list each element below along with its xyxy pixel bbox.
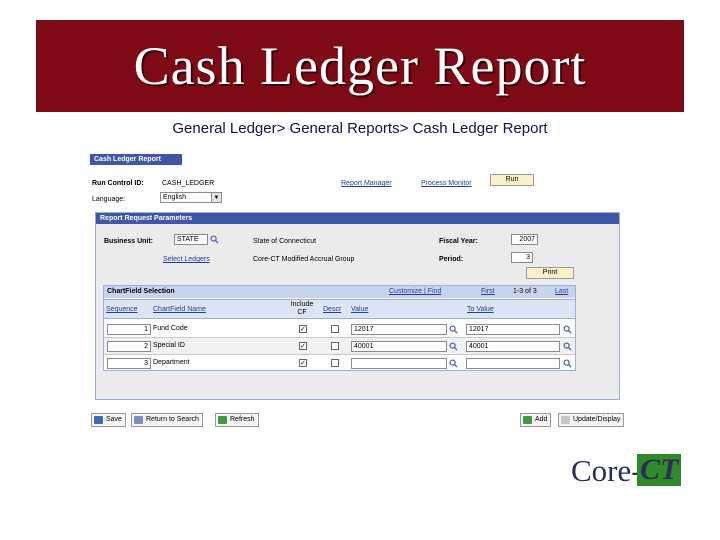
first-link[interactable]: First <box>481 288 495 295</box>
to-value-field[interactable]: 12017 <box>466 324 560 335</box>
col-to-value[interactable]: To Value <box>467 306 494 313</box>
banner-title: Cash Ledger Report <box>133 36 587 96</box>
descr-checkbox[interactable] <box>331 325 339 333</box>
logo-core-text: Core- <box>571 453 642 488</box>
to-value-field[interactable]: 40001 <box>466 341 560 352</box>
value-field[interactable] <box>351 358 447 369</box>
language-value: English <box>163 194 186 201</box>
core-ct-logo: Core- CT <box>569 451 682 495</box>
col-include-cf: Include CF <box>290 301 314 316</box>
print-button[interactable]: Print <box>526 267 574 279</box>
chartfield-grid: ChartField Selection Customize | Find Fi… <box>103 285 576 371</box>
business-unit-description: State of Connecticut <box>253 238 317 245</box>
save-icon <box>94 416 103 424</box>
logo-ct-text: CT <box>637 454 682 486</box>
search-icon[interactable] <box>449 359 458 368</box>
grid-title: ChartField Selection <box>107 288 175 295</box>
period-input[interactable]: 3 <box>511 252 533 263</box>
update-display-button[interactable]: Update/Display <box>558 413 624 427</box>
grid-header-bar: ChartField Selection Customize | Find Fi… <box>104 286 575 298</box>
refresh-button[interactable]: Refresh <box>215 413 259 427</box>
chartfield-name: Department <box>153 359 190 366</box>
table-row: 3 Department ✓ <box>104 355 575 372</box>
col-chartfield-name[interactable]: ChartField Name <box>153 306 206 313</box>
descr-checkbox[interactable] <box>331 342 339 350</box>
update-display-icon <box>561 416 570 424</box>
search-icon[interactable] <box>563 359 572 368</box>
language-select[interactable]: English ▼ <box>160 192 222 203</box>
value-field[interactable]: 12017 <box>351 324 447 335</box>
include-cf-checkbox[interactable]: ✓ <box>299 325 307 333</box>
report-manager-link[interactable]: Report Manager <box>341 180 392 187</box>
search-icon[interactable] <box>449 325 458 334</box>
run-control-value: CASH_LEDGER <box>162 180 215 187</box>
add-label: Add <box>535 416 548 423</box>
select-ledgers-link[interactable]: Select Ledgers <box>163 256 210 263</box>
include-cf-checkbox[interactable]: ✓ <box>299 359 307 367</box>
run-control-label: Run Control ID: <box>92 180 144 187</box>
customize-find-link[interactable]: Customize | Find <box>389 288 441 295</box>
descr-checkbox[interactable] <box>331 359 339 367</box>
last-link[interactable]: Last <box>555 288 568 295</box>
sequence-field[interactable]: 2 <box>107 341 151 352</box>
chartfield-name: Special ID <box>153 342 185 349</box>
value-field[interactable]: 40001 <box>351 341 447 352</box>
row-range: 1-3 of 3 <box>513 288 537 295</box>
grid-column-headers: Sequence ChartField Name Include CF Desc… <box>104 299 575 319</box>
search-icon[interactable] <box>210 235 219 244</box>
to-value-field[interactable] <box>466 358 560 369</box>
refresh-label: Refresh <box>230 416 255 423</box>
period-label: Period: <box>439 256 464 263</box>
process-monitor-link[interactable]: Process Monitor <box>421 180 472 187</box>
chevron-down-icon[interactable]: ▼ <box>211 193 221 202</box>
breadcrumb: General Ledger> General Reports> Cash Le… <box>172 120 548 137</box>
sequence-field[interactable]: 3 <box>107 358 151 369</box>
col-value[interactable]: Value <box>351 306 368 313</box>
page-tab: Cash Ledger Report <box>90 154 182 165</box>
update-display-label: Update/Display <box>573 416 621 423</box>
chartfield-name: Fund Code <box>153 325 188 332</box>
col-sequence[interactable]: Sequence <box>106 306 138 313</box>
save-label: Save <box>106 416 122 423</box>
search-icon[interactable] <box>563 342 572 351</box>
save-button[interactable]: Save <box>91 413 126 427</box>
col-descr[interactable]: Descr <box>323 306 341 313</box>
title-banner: Cash Ledger Report <box>36 20 684 112</box>
search-icon[interactable] <box>563 325 572 334</box>
add-icon <box>523 416 532 424</box>
panel-title: Report Request Parameters <box>96 213 619 224</box>
table-row: 1 Fund Code ✓ 12017 12017 <box>104 321 575 338</box>
fiscal-year-input[interactable]: 2007 <box>511 234 538 245</box>
business-unit-label: Business Unit: <box>104 238 154 245</box>
return-to-search-label: Return to Search <box>146 416 199 423</box>
run-button[interactable]: Run <box>490 174 534 186</box>
search-icon[interactable] <box>449 342 458 351</box>
fiscal-year-label: Fiscal Year: <box>439 238 478 245</box>
sequence-field[interactable]: 1 <box>107 324 151 335</box>
refresh-icon <box>218 416 227 424</box>
business-unit-input[interactable]: STATE <box>174 234 208 245</box>
include-cf-checkbox[interactable]: ✓ <box>299 342 307 350</box>
ledger-group-description: Core-CT Modified Accrual Group <box>253 256 355 263</box>
language-label: Language: <box>92 196 126 203</box>
return-to-search-button[interactable]: Return to Search <box>131 413 203 427</box>
add-button[interactable]: Add <box>520 413 552 427</box>
table-row: 2 Special ID ✓ 40001 40001 <box>104 338 575 355</box>
search-icon <box>134 416 143 424</box>
